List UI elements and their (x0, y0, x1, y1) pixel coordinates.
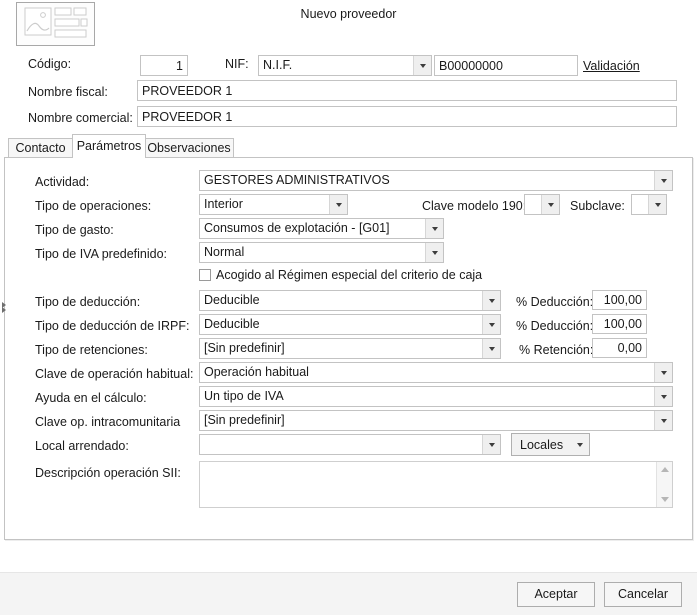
chevron-down-icon[interactable] (654, 387, 672, 406)
subclave-combo[interactable] (631, 194, 667, 215)
tab-contacto[interactable]: Contacto (8, 138, 73, 158)
tipo-gasto-combo[interactable]: Consumos de explotación - [G01] (199, 218, 444, 239)
nif-type-value: N.I.F. (263, 58, 293, 72)
tipo-deduccion-irpf-value: Deducible (204, 317, 260, 331)
clave-modelo-190-value (525, 195, 541, 214)
chevron-down-icon[interactable] (482, 291, 500, 310)
nombre-fiscal-input[interactable] (137, 80, 677, 101)
chevron-down-icon[interactable] (654, 363, 672, 382)
tipo-retenciones-label: Tipo de retenciones: (35, 343, 148, 357)
chevron-down-icon[interactable] (425, 219, 443, 238)
clave-operacion-habitual-label: Clave de operación habitual: (35, 367, 194, 381)
codigo-input[interactable] (140, 55, 188, 76)
clave-operacion-habitual-value: Operación habitual (204, 365, 309, 379)
tipo-iva-predefinido-label: Tipo de IVA predefinido: (35, 247, 168, 261)
tipo-iva-predefinido-combo[interactable]: Normal (199, 242, 444, 263)
window-title: Nuevo proveedor (300, 7, 397, 21)
locales-dropdown-button[interactable]: Locales (511, 433, 590, 456)
tipo-operaciones-label: Tipo de operaciones: (35, 199, 152, 213)
criterio-caja-label: Acogido al Régimen especial del criterio… (216, 268, 483, 282)
criterio-caja-row[interactable]: Acogido al Régimen especial del criterio… (199, 268, 482, 282)
pct-retencion-input[interactable] (592, 338, 647, 358)
tipo-retenciones-combo[interactable]: [Sin predefinir] (199, 338, 501, 359)
clave-intracomunitaria-combo[interactable]: [Sin predefinir] (199, 410, 673, 431)
descripcion-sii-field[interactable] (199, 461, 673, 508)
tipo-gasto-label: Tipo de gasto: (35, 223, 114, 237)
clave-modelo-190-label: Clave modelo 190: (422, 199, 527, 213)
tipo-iva-predefinido-value: Normal (204, 245, 245, 259)
scroll-up-icon[interactable] (660, 467, 669, 472)
ayuda-calculo-value: Un tipo de IVA (204, 389, 284, 403)
tipo-deduccion-value: Deducible (204, 293, 260, 307)
tipo-operaciones-value: Interior (204, 197, 243, 211)
scroll-down-icon[interactable] (660, 497, 669, 502)
nif-label: NIF: (225, 57, 249, 71)
chevron-down-icon[interactable] (413, 56, 431, 75)
tab-parametros[interactable]: Parámetros (72, 134, 146, 158)
local-arrendado-label: Local arrendado: (35, 439, 129, 453)
accept-button[interactable]: Aceptar (517, 582, 595, 607)
nif-number-input[interactable] (434, 55, 578, 76)
subclave-value (632, 195, 648, 214)
chevron-down-icon[interactable] (541, 195, 559, 214)
locales-button-label: Locales (520, 437, 564, 452)
ayuda-calculo-label: Ayuda en el cálculo: (35, 391, 147, 405)
tipo-deduccion-irpf-label: Tipo de deducción de IRPF: (35, 319, 190, 333)
chevron-down-icon[interactable] (425, 243, 443, 262)
nif-type-combo[interactable]: N.I.F. (258, 55, 432, 76)
codigo-label: Código: (28, 57, 72, 71)
tipo-deduccion-combo[interactable]: Deducible (199, 290, 501, 311)
descripcion-sii-textarea[interactable] (200, 462, 656, 507)
tipo-deduccion-label: Tipo de deducción: (35, 295, 141, 309)
chevron-down-icon[interactable] (329, 195, 347, 214)
pct-deduccion-irpf-input[interactable] (592, 314, 647, 334)
chevron-down-icon[interactable] (482, 315, 500, 334)
nombre-comercial-input[interactable] (137, 106, 677, 127)
chevron-down-icon[interactable] (482, 435, 500, 454)
descripcion-sii-label: Descripción operación SII: (35, 466, 181, 480)
tab-strip: Contacto Parámetros Observaciones (4, 134, 693, 158)
validacion-link[interactable]: Validación (583, 59, 640, 73)
local-arrendado-value (200, 435, 482, 454)
chevron-down-icon[interactable] (482, 339, 500, 358)
clave-operacion-habitual-combo[interactable]: Operación habitual (199, 362, 673, 383)
tipo-operaciones-combo[interactable]: Interior (199, 194, 348, 215)
nombre-comercial-label: Nombre comercial: (28, 111, 133, 125)
pct-deduccion-input[interactable] (592, 290, 647, 310)
expand-panel-handle[interactable] (0, 300, 9, 314)
descripcion-sii-scrollbar[interactable] (656, 462, 672, 507)
clave-intracomunitaria-label: Clave op. intracomunitaria (35, 415, 181, 429)
chevron-down-icon[interactable] (648, 195, 666, 214)
nombre-fiscal-label: Nombre fiscal: (28, 85, 108, 99)
actividad-label: Actividad: (35, 175, 90, 189)
pct-retencion-label: % Retención: (519, 343, 594, 357)
chevron-down-icon[interactable] (654, 411, 672, 430)
clave-modelo-190-combo[interactable] (524, 194, 560, 215)
actividad-combo[interactable]: GESTORES ADMINISTRATIVOS (199, 170, 673, 191)
pct-deduccion-irpf-label: % Deducción: (516, 319, 594, 333)
ayuda-calculo-combo[interactable]: Un tipo de IVA (199, 386, 673, 407)
pct-deduccion-label: % Deducción: (516, 295, 594, 309)
tipo-deduccion-irpf-combo[interactable]: Deducible (199, 314, 501, 335)
criterio-caja-checkbox[interactable] (199, 269, 211, 281)
tipo-retenciones-value: [Sin predefinir] (204, 341, 285, 355)
chevron-down-icon[interactable] (654, 171, 672, 190)
clave-intracomunitaria-value: [Sin predefinir] (204, 413, 285, 427)
dialog-footer: Aceptar Cancelar (0, 572, 697, 615)
cancel-button[interactable]: Cancelar (604, 582, 682, 607)
tab-observaciones[interactable]: Observaciones (144, 138, 234, 158)
tipo-gasto-value: Consumos de explotación - [G01] (204, 221, 390, 235)
actividad-value: GESTORES ADMINISTRATIVOS (204, 173, 390, 187)
local-arrendado-combo[interactable] (199, 434, 501, 455)
subclave-label: Subclave: (570, 199, 625, 213)
